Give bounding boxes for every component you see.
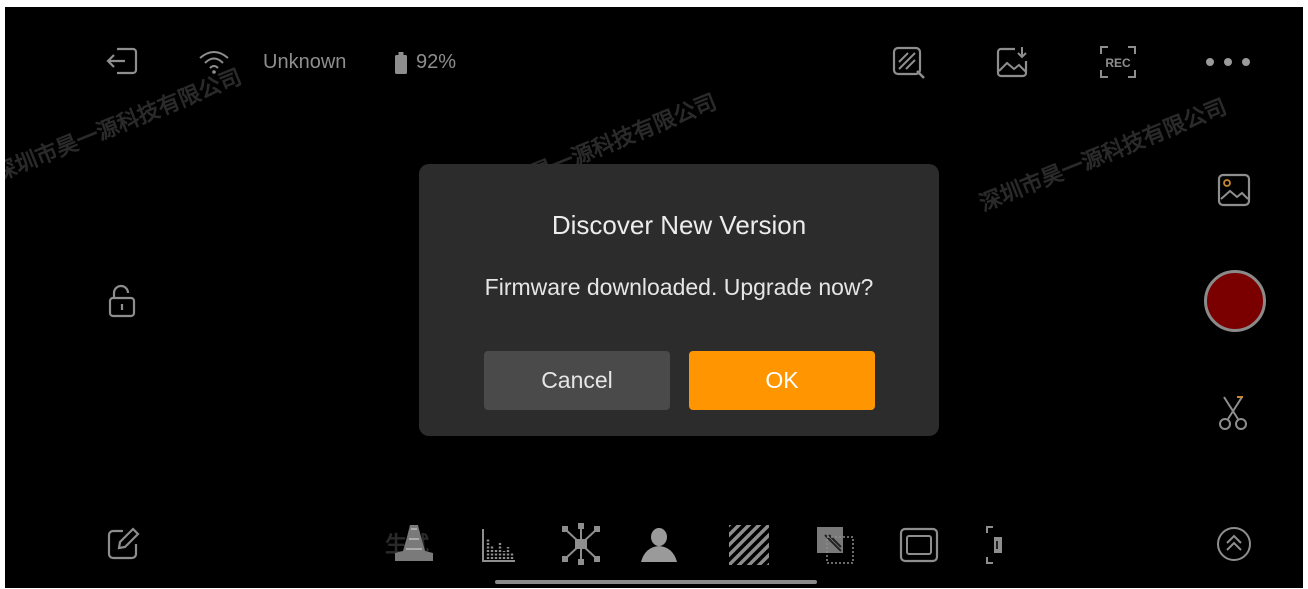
network-status: Unknown <box>263 51 347 73</box>
battery-level: 92% <box>416 51 457 73</box>
cancel-button[interactable]: Cancel <box>484 351 670 410</box>
svg-text:REC: REC <box>1105 56 1131 70</box>
false-color-icon[interactable] <box>815 525 855 565</box>
gallery-icon[interactable] <box>1217 173 1251 207</box>
aspect-ratio-icon[interactable] <box>985 525 1007 565</box>
dialog-title: Discover New Version <box>551 210 807 240</box>
vectorscope-icon[interactable] <box>561 523 601 565</box>
scissors-icon[interactable] <box>1215 394 1251 432</box>
unlock-icon[interactable] <box>105 284 141 320</box>
zebra-icon[interactable] <box>729 525 769 565</box>
update-dialog: Discover New Version Firmware downloaded… <box>419 164 939 436</box>
skin-tone-icon[interactable] <box>639 527 679 563</box>
app-screen: 深圳市昊一源科技有限公司 深圳市昊一源科技有限公司 深圳市昊一源科技有限公司 生… <box>5 7 1303 588</box>
ok-button[interactable]: OK <box>689 351 875 410</box>
edit-icon[interactable] <box>105 526 141 562</box>
watermark: 深圳市昊一源科技有限公司 <box>975 93 1231 216</box>
exit-icon[interactable] <box>105 45 141 77</box>
edit-image-icon[interactable] <box>891 45 927 81</box>
record-button[interactable] <box>1204 270 1266 332</box>
rec-icon[interactable]: REC <box>1099 45 1137 79</box>
home-indicator[interactable] <box>495 580 817 584</box>
histogram-icon[interactable] <box>481 527 517 563</box>
dialog-message: Firmware downloaded. Upgrade now? <box>484 274 874 300</box>
watermark: 深圳市昊一源科技有限公司 <box>5 63 246 186</box>
frame-guide-icon[interactable] <box>899 527 939 563</box>
battery-icon <box>395 52 407 74</box>
wifi-icon <box>199 51 229 74</box>
save-image-icon[interactable] <box>995 45 1031 81</box>
waveform-icon[interactable] <box>393 521 435 563</box>
expand-up-icon[interactable] <box>1215 525 1253 563</box>
more-icon[interactable] <box>1205 57 1251 67</box>
